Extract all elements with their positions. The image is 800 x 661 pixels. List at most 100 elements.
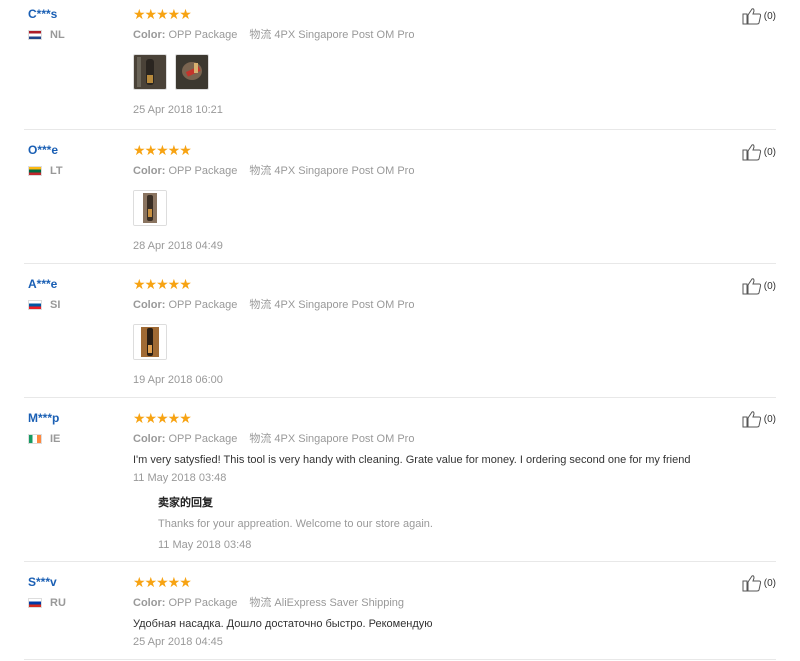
color-value: OPP Package <box>168 29 238 41</box>
review-item: O***e LT ★★★★★ Color: OPP Package 物流 4PX … <box>24 130 776 264</box>
reviewer-name[interactable]: C***s <box>28 6 118 22</box>
review-photo-thumbnail[interactable] <box>133 190 167 226</box>
country-code: IE <box>50 433 61 445</box>
shipping-label: 物流 <box>249 433 272 445</box>
seller-reply-title: 卖家的回复 <box>158 497 213 509</box>
color-label: Color: <box>133 165 166 177</box>
shipping-label: 物流 <box>249 165 272 177</box>
review-text: Удобная насадка. Дошло достаточно быстро… <box>133 618 433 630</box>
thumbs-up-icon <box>742 8 761 25</box>
color-value: OPP Package <box>168 165 238 177</box>
reviewer-name[interactable]: A***e <box>28 276 118 292</box>
flag-si-icon <box>28 300 42 310</box>
country-code: NL <box>50 29 65 41</box>
review-photos <box>133 324 723 360</box>
color-value: OPP Package <box>168 299 238 311</box>
review-date: 19 Apr 2018 06:00 <box>133 374 223 386</box>
helpful-count: (0) <box>763 280 776 292</box>
color-label: Color: <box>133 299 166 311</box>
helpful-button[interactable]: (0) <box>742 7 776 25</box>
color-label: Color: <box>133 433 166 445</box>
order-attributes: Color: OPP Package 物流 4PX Singapore Post … <box>133 432 723 446</box>
star-rating: ★★★★★ <box>133 6 192 22</box>
review-date: 25 Apr 2018 10:21 <box>133 104 223 116</box>
photo-image <box>134 55 166 89</box>
thumbs-up-icon <box>742 278 761 295</box>
review-text: I'm very satysfied! This tool is very ha… <box>133 454 691 466</box>
seller-reply-date: 11 May 2018 03:48 <box>158 539 252 551</box>
review-photo-thumbnail[interactable] <box>133 54 167 90</box>
review-item: M***p IE ★★★★★ Color: OPP Package 物流 4PX … <box>24 398 776 562</box>
star-rating: ★★★★★ <box>133 574 192 590</box>
color-label: Color: <box>133 29 166 41</box>
star-rating: ★★★★★ <box>133 142 192 158</box>
photo-image <box>134 191 166 225</box>
star-rating: ★★★★★ <box>133 276 192 292</box>
reviewer-name[interactable]: M***p <box>28 410 118 426</box>
reviewer-country: SI <box>28 299 118 311</box>
helpful-button[interactable]: (0) <box>742 574 776 592</box>
reviewer-info: M***p IE <box>28 410 118 445</box>
color-value: OPP Package <box>168 597 238 609</box>
helpful-count: (0) <box>763 146 776 158</box>
color-value: OPP Package <box>168 433 238 445</box>
shipping-value: 4PX Singapore Post OM Pro <box>274 29 415 41</box>
order-attributes: Color: OPP Package 物流 AliExpress Saver Sh… <box>133 596 723 610</box>
review-content: ★★★★★ Color: OPP Package 物流 4PX Singapore… <box>133 276 723 387</box>
review-date: 25 Apr 2018 04:45 <box>133 636 223 648</box>
reviewer-country: NL <box>28 29 118 41</box>
order-attributes: Color: OPP Package 物流 4PX Singapore Post … <box>133 28 723 42</box>
country-code: RU <box>50 597 66 609</box>
seller-reply: 卖家的回复 Thanks for your appreation. Welcom… <box>158 496 723 552</box>
flag-ru-icon <box>28 598 42 608</box>
review-content: ★★★★★ Color: OPP Package 物流 4PX Singapore… <box>133 410 723 552</box>
review-content: ★★★★★ Color: OPP Package 物流 4PX Singapore… <box>133 6 723 117</box>
review-date: 28 Apr 2018 04:49 <box>133 240 223 252</box>
seller-reply-text: Thanks for your appreation. Welcome to o… <box>158 518 433 530</box>
color-label: Color: <box>133 597 166 609</box>
country-code: LT <box>50 165 63 177</box>
reviewer-country: RU <box>28 597 118 609</box>
reviewer-info: O***e LT <box>28 142 118 177</box>
review-item: A***e SI ★★★★★ Color: OPP Package 物流 4PX … <box>24 264 776 398</box>
reviewer-country: IE <box>28 433 118 445</box>
shipping-label: 物流 <box>249 29 272 41</box>
country-code: SI <box>50 299 61 311</box>
review-photo-thumbnail[interactable] <box>175 54 209 90</box>
shipping-value: 4PX Singapore Post OM Pro <box>274 433 415 445</box>
review-photo-thumbnail[interactable] <box>133 324 167 360</box>
review-item: S***v RU ★★★★★ Color: OPP Package 物流 AliE… <box>24 562 776 660</box>
reviewer-info: C***s NL <box>28 6 118 41</box>
reviewer-name[interactable]: S***v <box>28 574 118 590</box>
shipping-value: AliExpress Saver Shipping <box>274 597 405 609</box>
shipping-value: 4PX Singapore Post OM Pro <box>274 165 415 177</box>
reviewer-country: LT <box>28 165 118 177</box>
order-attributes: Color: OPP Package 物流 4PX Singapore Post … <box>133 164 723 178</box>
helpful-count: (0) <box>763 577 776 589</box>
review-item: C***s NL ★★★★★ Color: OPP Package 物流 4PX … <box>24 0 776 130</box>
flag-nl-icon <box>28 30 42 40</box>
thumbs-up-icon <box>742 411 761 428</box>
shipping-label: 物流 <box>249 597 272 609</box>
reviewer-name[interactable]: O***e <box>28 142 118 158</box>
shipping-label: 物流 <box>249 299 272 311</box>
thumbs-up-icon <box>742 575 761 592</box>
order-attributes: Color: OPP Package 物流 4PX Singapore Post … <box>133 298 723 312</box>
reviewer-info: S***v RU <box>28 574 118 609</box>
shipping-value: 4PX Singapore Post OM Pro <box>274 299 415 311</box>
photo-image <box>134 325 166 359</box>
helpful-button[interactable]: (0) <box>742 143 776 161</box>
photo-image <box>176 55 208 89</box>
helpful-button[interactable]: (0) <box>742 410 776 428</box>
reviewer-info: A***e SI <box>28 276 118 311</box>
flag-lt-icon <box>28 166 42 176</box>
flag-ie-icon <box>28 434 42 444</box>
thumbs-up-icon <box>742 144 761 161</box>
review-photos <box>133 54 723 90</box>
review-content: ★★★★★ Color: OPP Package 物流 4PX Singapore… <box>133 142 723 253</box>
helpful-count: (0) <box>763 413 776 425</box>
review-date: 11 May 2018 03:48 <box>133 472 227 484</box>
helpful-button[interactable]: (0) <box>742 277 776 295</box>
helpful-count: (0) <box>763 10 776 22</box>
review-content: ★★★★★ Color: OPP Package 物流 AliExpress Sa… <box>133 574 723 649</box>
